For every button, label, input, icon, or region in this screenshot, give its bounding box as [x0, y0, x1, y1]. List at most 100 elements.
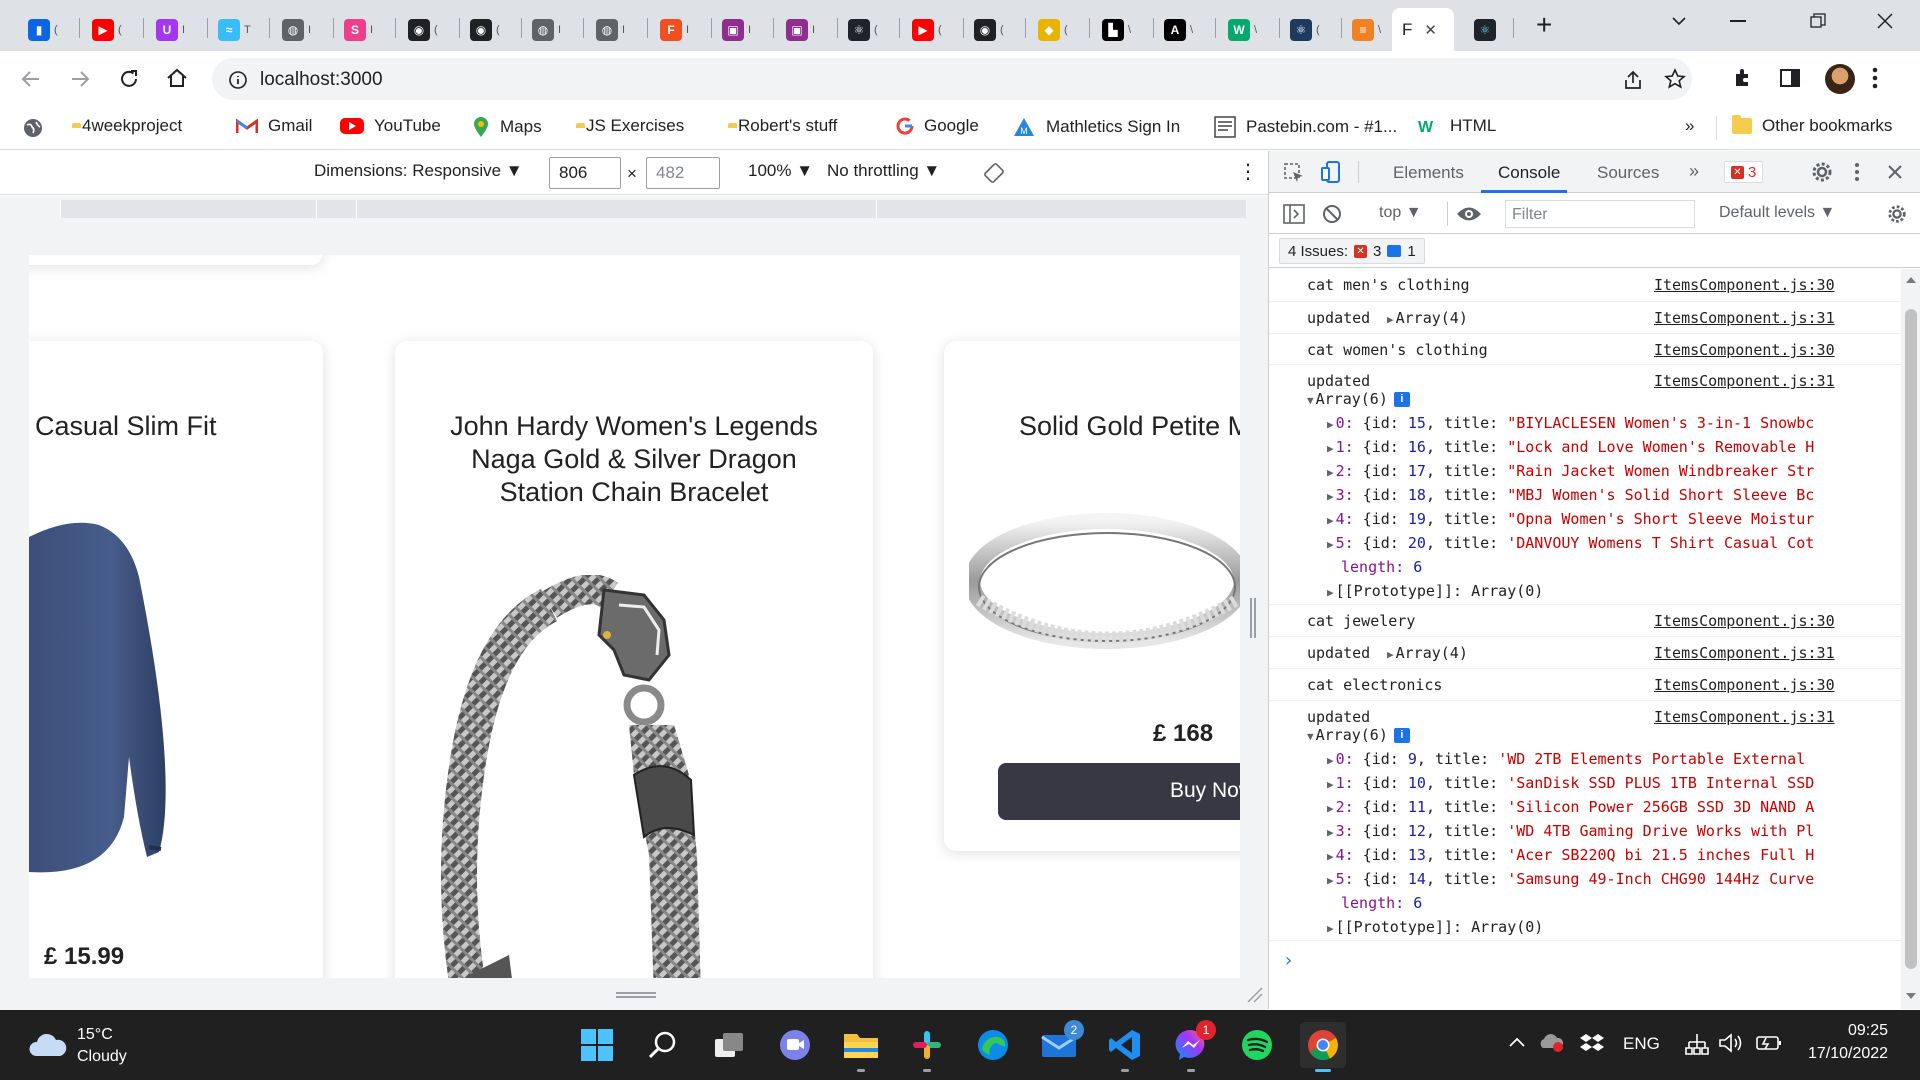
tab-youtube-2[interactable]: ▶( [902, 8, 964, 51]
dropbox-icon[interactable] [1580, 1032, 1604, 1054]
messenger-icon[interactable]: 1 [1168, 1020, 1216, 1072]
address-bar[interactable]: localhost:3000 [212, 58, 1692, 100]
expanded-array-header[interactable]: ▼ Array(6) i [1307, 390, 1410, 408]
height-input[interactable]: 482 [646, 157, 720, 189]
bookmark-item[interactable]: Gmail [236, 116, 312, 136]
tab-react-last[interactable]: ⚛ [1464, 8, 1514, 51]
tab-web-2[interactable]: ▣ I [776, 8, 838, 51]
tab-github-2[interactable]: ◉( [460, 8, 522, 51]
array-entry[interactable]: ▶ 2: {id: 11, title: 'Silicon Power 256GB… [1327, 798, 1902, 816]
live-expression-eye-icon[interactable] [1456, 205, 1482, 223]
error-counter[interactable]: ✕ 3 [1724, 161, 1764, 183]
tab-search-chevron-icon[interactable] [1670, 12, 1688, 30]
tab-dev-1[interactable]: ▙ \ [1092, 8, 1154, 51]
console-log-row[interactable]: cat men's clothing ItemsComponent.js:30 [1269, 269, 1901, 302]
reload-icon[interactable] [117, 67, 141, 91]
battery-icon[interactable] [1756, 1034, 1782, 1052]
dimensions-select[interactable]: Dimensions: Responsive ▼ [314, 161, 523, 181]
apps-globe-icon[interactable] [22, 117, 44, 139]
bookmark-item[interactable]: JS Exercises [576, 116, 684, 136]
array-entry[interactable]: ▶ 0: {id: 9, title: 'WD 2TB Elements Port… [1327, 750, 1902, 768]
restore-icon[interactable] [1810, 13, 1826, 29]
file-explorer-icon[interactable] [838, 1022, 884, 1072]
context-select[interactable]: top ▼ [1379, 204, 1422, 222]
bookmark-item[interactable]: Maps [472, 116, 542, 138]
array-entry[interactable]: ▶ 5: {id: 14, title: 'Samsung 49-Inch CHG… [1327, 870, 1902, 888]
width-input[interactable]: 806 [549, 157, 621, 189]
console-source-link[interactable]: ItemsComponent.js:30 [1654, 341, 1835, 359]
console-prompt[interactable]: › [1283, 950, 1294, 971]
share-icon[interactable] [1622, 69, 1644, 91]
console-source-link[interactable]: ItemsComponent.js:31 [1654, 708, 1835, 726]
volume-icon[interactable] [1718, 1032, 1744, 1054]
console-log-row[interactable]: cat women's clothing ItemsComponent.js:30 [1269, 334, 1901, 365]
console-source-link[interactable]: ItemsComponent.js:30 [1654, 612, 1835, 630]
bookmark-item[interactable]: Pastebin.com - #1... [1214, 116, 1397, 138]
profile-avatar[interactable] [1825, 64, 1855, 94]
network-icon[interactable] [1684, 1032, 1710, 1056]
array-entry[interactable]: ▶ 3: {id: 18, title: "MBJ Women's Solid S… [1327, 486, 1902, 504]
bookmark-other[interactable]: Other bookmarks [1732, 115, 1892, 136]
bookmark-item[interactable]: M Mathletics Sign In [1012, 116, 1180, 138]
tab-active[interactable]: F ✕ [1392, 8, 1454, 51]
devtools-menu-icon[interactable] [1854, 161, 1860, 183]
minimize-icon[interactable] [1730, 20, 1746, 22]
console-source-link[interactable]: ItemsComponent.js:30 [1654, 276, 1835, 294]
tab-react-1[interactable]: ⚛( [838, 8, 900, 51]
browser-menu-icon[interactable] [1872, 65, 1878, 91]
side-panel-icon[interactable] [1779, 67, 1801, 89]
chrome-icon[interactable] [1300, 1022, 1346, 1072]
tab-trello[interactable]: ▮( [18, 8, 80, 51]
new-tab-button[interactable]: + [1536, 9, 1552, 41]
tab-mascot[interactable]: ◆( [1028, 8, 1090, 51]
array-entry[interactable]: ▶ 4: {id: 13, title: 'Acer SB220Q bi 21.5… [1327, 846, 1902, 864]
array-entry[interactable]: ▶ 4: {id: 19, title: "Opna Women's Short … [1327, 510, 1902, 528]
devtools-settings-icon[interactable] [1811, 161, 1833, 183]
bookmark-item[interactable]: W HTML [1418, 116, 1496, 136]
spotify-icon[interactable] [1234, 1022, 1280, 1068]
edge-icon[interactable] [970, 1022, 1016, 1068]
console-source-link[interactable]: ItemsComponent.js:31 [1654, 309, 1835, 327]
array-entry[interactable]: ▶ 0: {id: 15, title: "BIYLACLESEN Women's… [1327, 414, 1902, 432]
scroll-thumb[interactable] [1905, 309, 1917, 969]
tab-github-3[interactable]: ◉( [964, 8, 1026, 51]
task-view-icon[interactable] [706, 1022, 752, 1068]
array-entry[interactable]: ▶ 2: {id: 17, title: "Rain Jacket Women W… [1327, 462, 1902, 480]
buy-now-button[interactable]: Buy Now [998, 763, 1240, 820]
tray-overflow-chevron-icon[interactable] [1508, 1036, 1526, 1048]
tab-close-icon[interactable]: ✕ [1424, 21, 1437, 39]
console-filter-input[interactable]: Filter [1505, 200, 1695, 228]
tab-figma[interactable]: FI [650, 8, 712, 51]
viewport-resize-corner[interactable] [1246, 986, 1264, 1004]
tab-udemy[interactable]: UI [146, 8, 208, 51]
bookmark-item[interactable]: 4weekproject [72, 116, 182, 136]
scroll-up-arrow-icon[interactable] [1906, 277, 1916, 283]
tab-elements[interactable]: Elements [1393, 163, 1464, 183]
rotate-icon[interactable] [983, 162, 1005, 184]
array-entry[interactable]: ▶ 3: {id: 12, title: 'WD 4TB Gaming Drive… [1327, 822, 1902, 840]
home-icon[interactable] [165, 66, 189, 90]
tab-github-1[interactable]: ◉( [398, 8, 460, 51]
clear-console-icon[interactable] [1322, 204, 1342, 224]
console-log-row[interactable]: updated ▶ Array(4) ItemsComponent.js:31 [1269, 637, 1901, 669]
product-image-shirt[interactable] [29, 517, 169, 897]
console-log-row[interactable]: cat jewelery ItemsComponent.js:30 [1269, 605, 1901, 637]
weather-widget[interactable]: 15°C Cloudy [28, 1024, 158, 1068]
inspect-element-icon[interactable] [1283, 162, 1305, 184]
tab-globe-3[interactable]: ◍ I [586, 8, 648, 51]
bookmark-item[interactable]: Robert's stuff [728, 116, 837, 136]
bookmark-item[interactable]: YouTube [340, 116, 441, 136]
onedrive-icon[interactable] [1538, 1032, 1564, 1052]
tab-dev-2[interactable]: A \ [1154, 8, 1216, 51]
console-source-link[interactable]: ItemsComponent.js:31 [1654, 644, 1835, 662]
array-entry[interactable]: ▶ 5: {id: 20, title: 'DANVOUY Womens T Sh… [1327, 534, 1902, 552]
console-source-link[interactable]: ItemsComponent.js:31 [1654, 372, 1835, 390]
show-sidebar-icon[interactable] [1283, 204, 1305, 224]
device-toggle-icon[interactable] [1321, 160, 1343, 184]
scroll-down-arrow-icon[interactable] [1906, 993, 1916, 999]
tab-scrimba[interactable]: SI [334, 8, 396, 51]
collapsed-array[interactable]: ▶ Array(4) [1387, 644, 1468, 662]
bookmark-item[interactable]: Google [896, 116, 979, 136]
throttling-select[interactable]: No throttling ▼ [827, 161, 940, 181]
viewport-resize-handle-bottom[interactable] [616, 992, 656, 998]
